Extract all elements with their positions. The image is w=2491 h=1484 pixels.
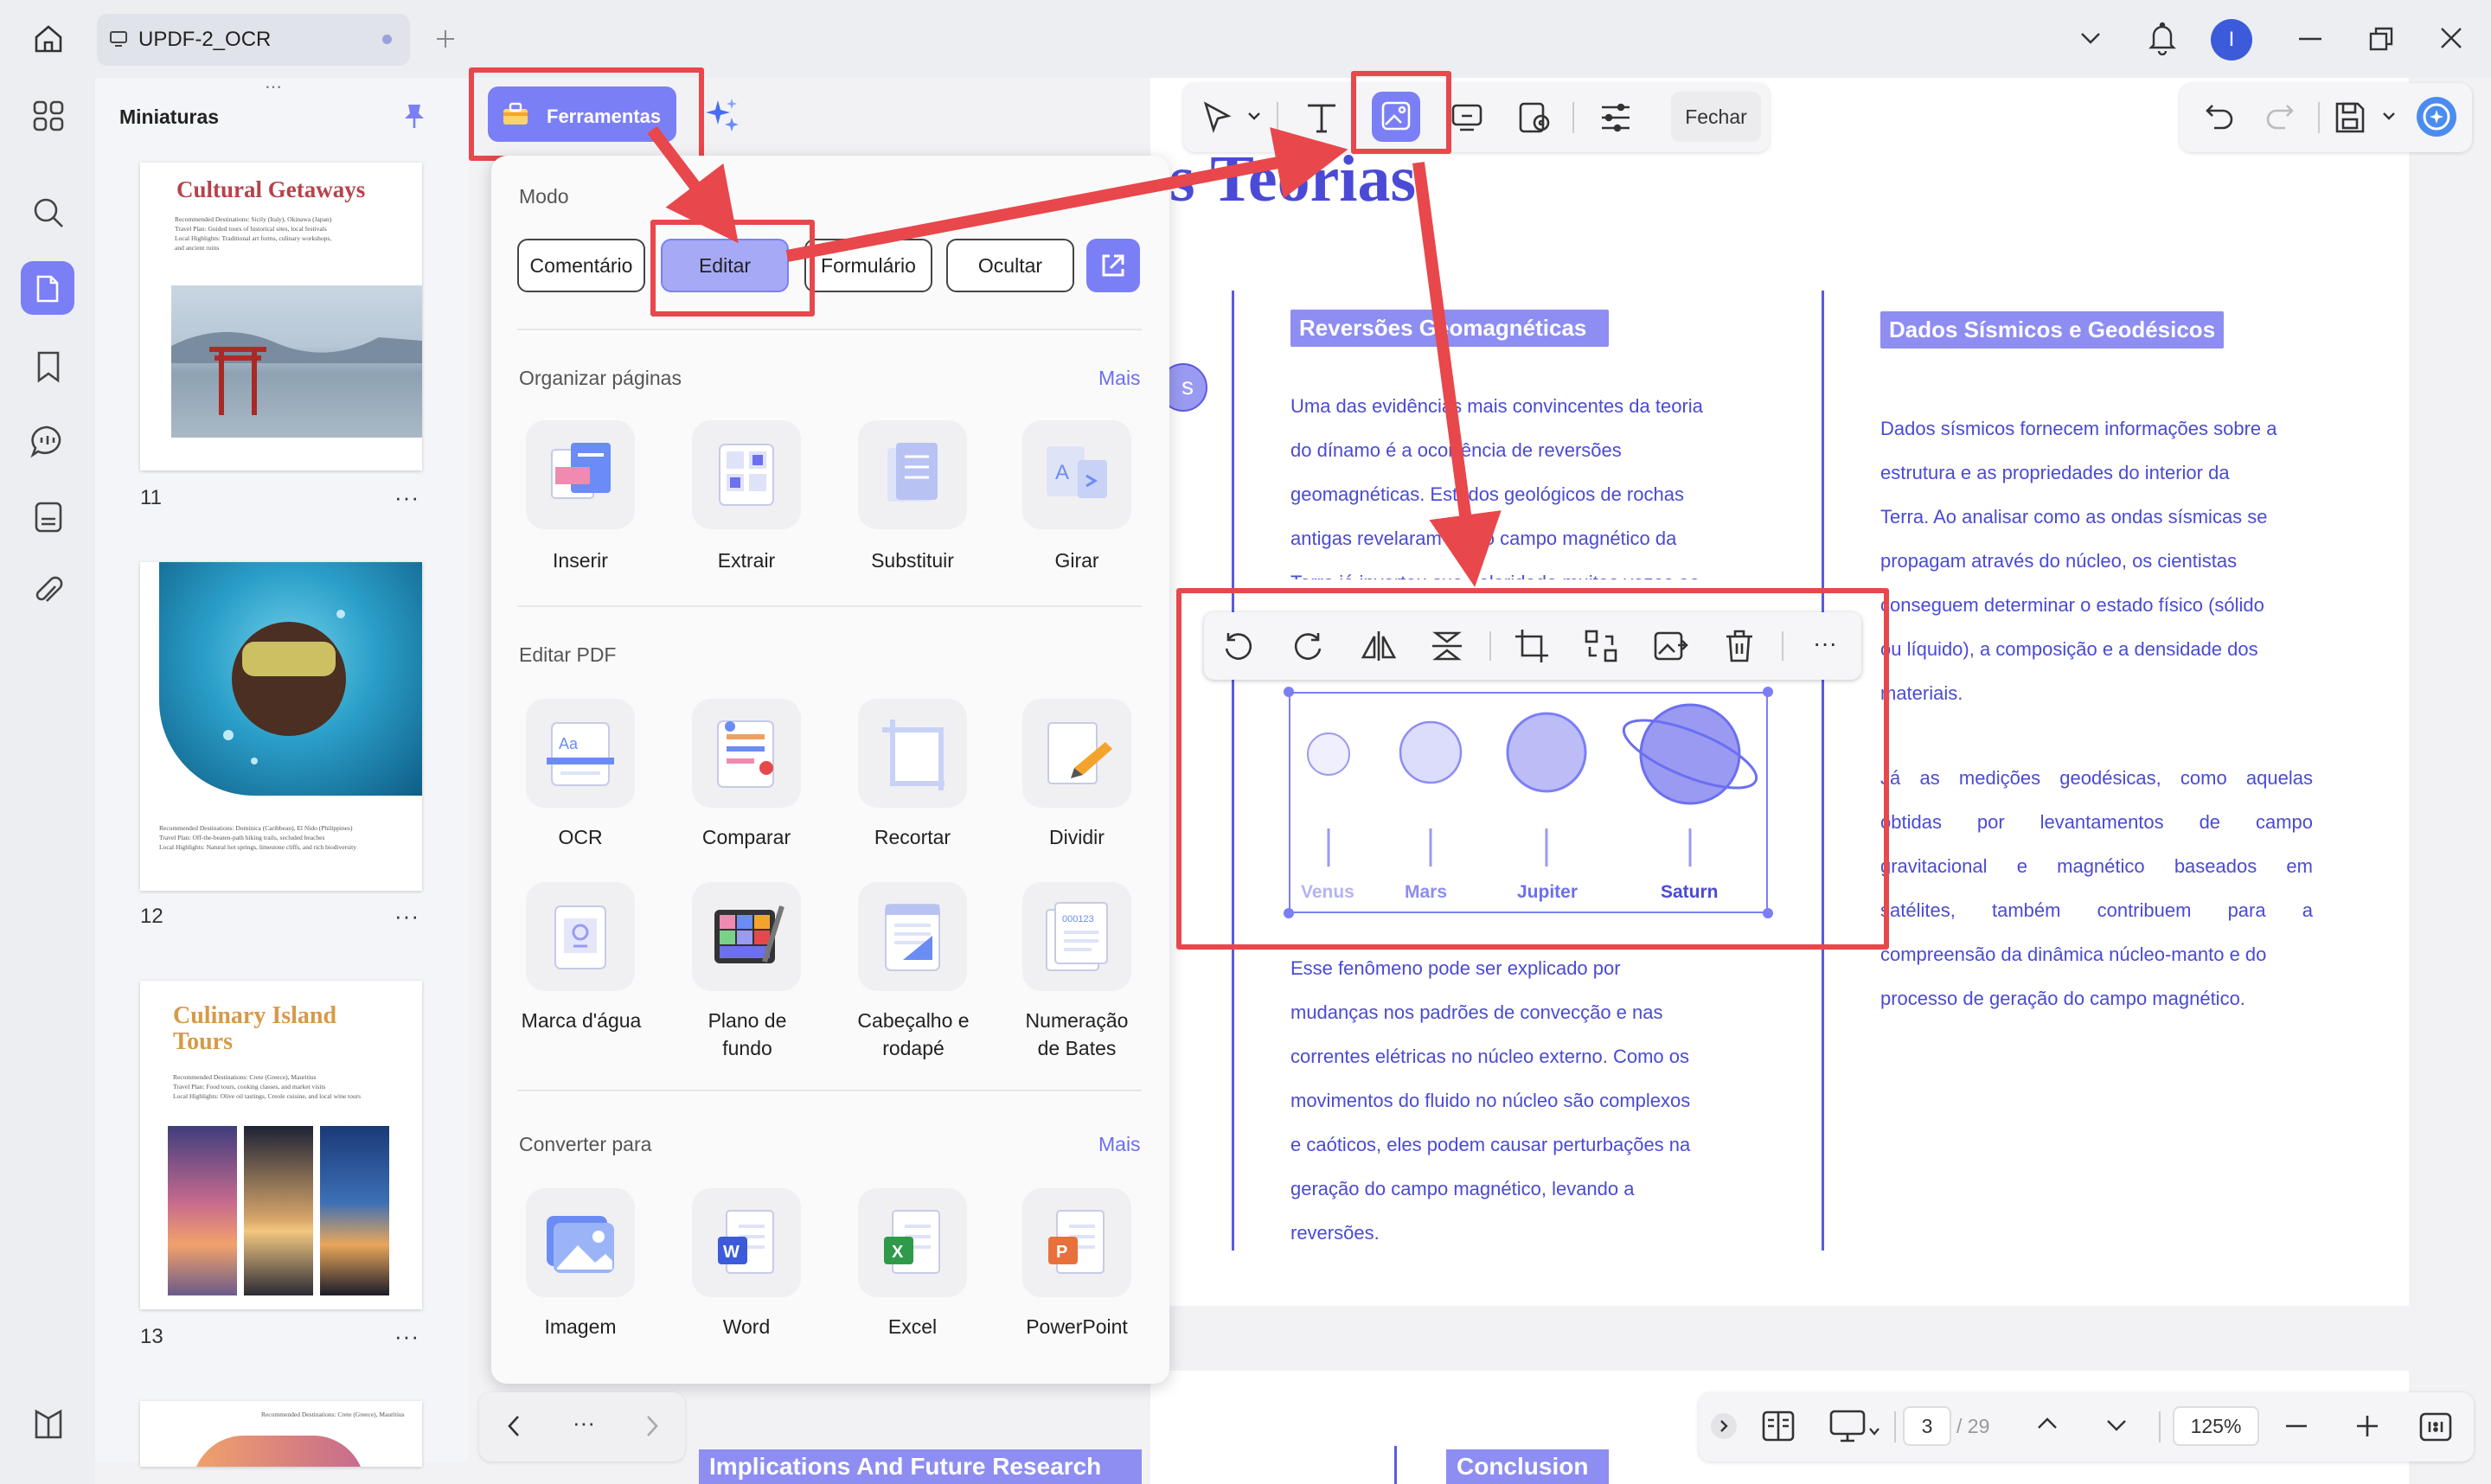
page-total: / 29 [1956, 1415, 1990, 1437]
presentation-icon[interactable] [1828, 1408, 1867, 1444]
collapse-icon[interactable] [1709, 1411, 1739, 1441]
chevron-up-icon[interactable] [2036, 1415, 2059, 1432]
actual-size-icon[interactable] [2418, 1411, 2453, 1442]
annotation-arrows [647, 125, 1502, 587]
zoom-level[interactable]: 125% [2173, 1406, 2259, 1446]
chevron-down-icon[interactable] [2105, 1417, 2128, 1434]
toolbar-separator [2159, 1411, 2161, 1442]
chevron-right-icon[interactable] [644, 1413, 661, 1439]
page-layout-icon[interactable] [1761, 1410, 1796, 1442]
chevron-left-icon[interactable] [505, 1413, 522, 1439]
chevron-down-icon[interactable] [1868, 1427, 1880, 1436]
page-number-input[interactable]: 3 [1903, 1406, 1951, 1446]
zoom-out-icon[interactable] [2283, 1413, 2309, 1439]
nav-more[interactable]: ··· [573, 1410, 595, 1436]
toolbar-separator [1894, 1411, 1896, 1442]
zoom-in-icon[interactable] [2354, 1413, 2380, 1439]
